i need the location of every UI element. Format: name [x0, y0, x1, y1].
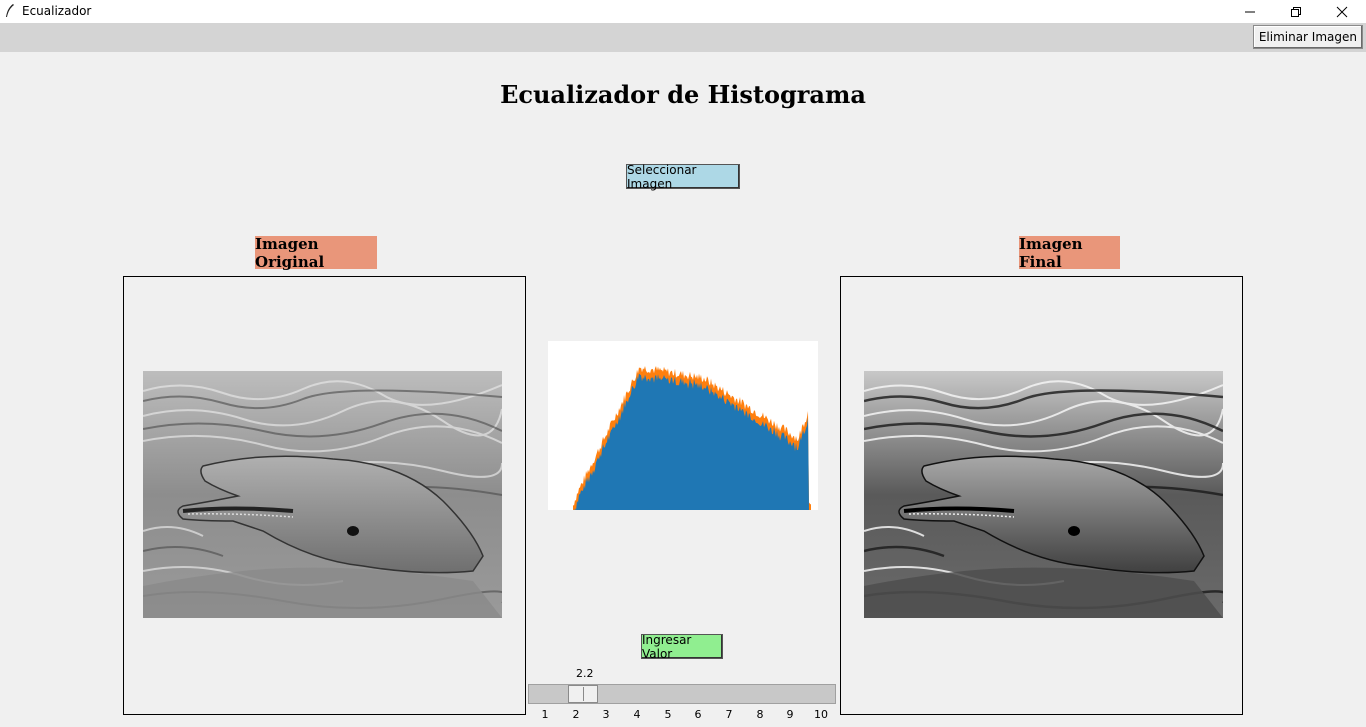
- slider-tick-label: 8: [756, 708, 764, 721]
- histogram-fill: [573, 373, 811, 514]
- enter-value-button[interactable]: Ingresar Valor: [641, 633, 723, 661]
- original-image-label: Imagen Original: [255, 235, 377, 271]
- minimize-button[interactable]: [1227, 0, 1273, 23]
- toolbar: Eliminar Imagen: [0, 23, 1366, 52]
- histogram-plot: [548, 341, 818, 514]
- slider-tick-label: 4: [633, 708, 641, 721]
- minimize-icon: [1245, 11, 1255, 12]
- slider-tick-label: 10: [814, 708, 828, 721]
- slider-tick-label: 9: [786, 708, 794, 721]
- close-button[interactable]: [1319, 0, 1365, 23]
- original-image: [143, 371, 502, 618]
- restore-icon: [1291, 6, 1301, 17]
- slider-tick-label: 6: [694, 708, 702, 721]
- slider-value: 2.2: [576, 667, 594, 680]
- slider-tick-label: 2: [572, 708, 580, 721]
- slider-tick-label: 5: [664, 708, 672, 721]
- window-titlebar: Ecualizador: [0, 0, 1366, 23]
- slider-tick-label: 3: [602, 708, 610, 721]
- restore-button[interactable]: [1273, 0, 1319, 23]
- select-image-button[interactable]: Seleccionar Imagen: [626, 163, 740, 191]
- feather-icon: [6, 4, 14, 17]
- close-icon: [1336, 6, 1348, 17]
- delete-image-button[interactable]: Eliminar Imagen: [1252, 25, 1363, 49]
- window-title: Ecualizador: [22, 4, 92, 18]
- page-title: Ecualizador de Histograma: [500, 80, 866, 109]
- slider-tick-label: 1: [541, 708, 549, 721]
- slider-tick-label: 7: [725, 708, 733, 721]
- final-image-label: Imagen Final: [1019, 235, 1120, 271]
- slider-thumb[interactable]: [568, 685, 598, 703]
- final-image: [864, 371, 1223, 618]
